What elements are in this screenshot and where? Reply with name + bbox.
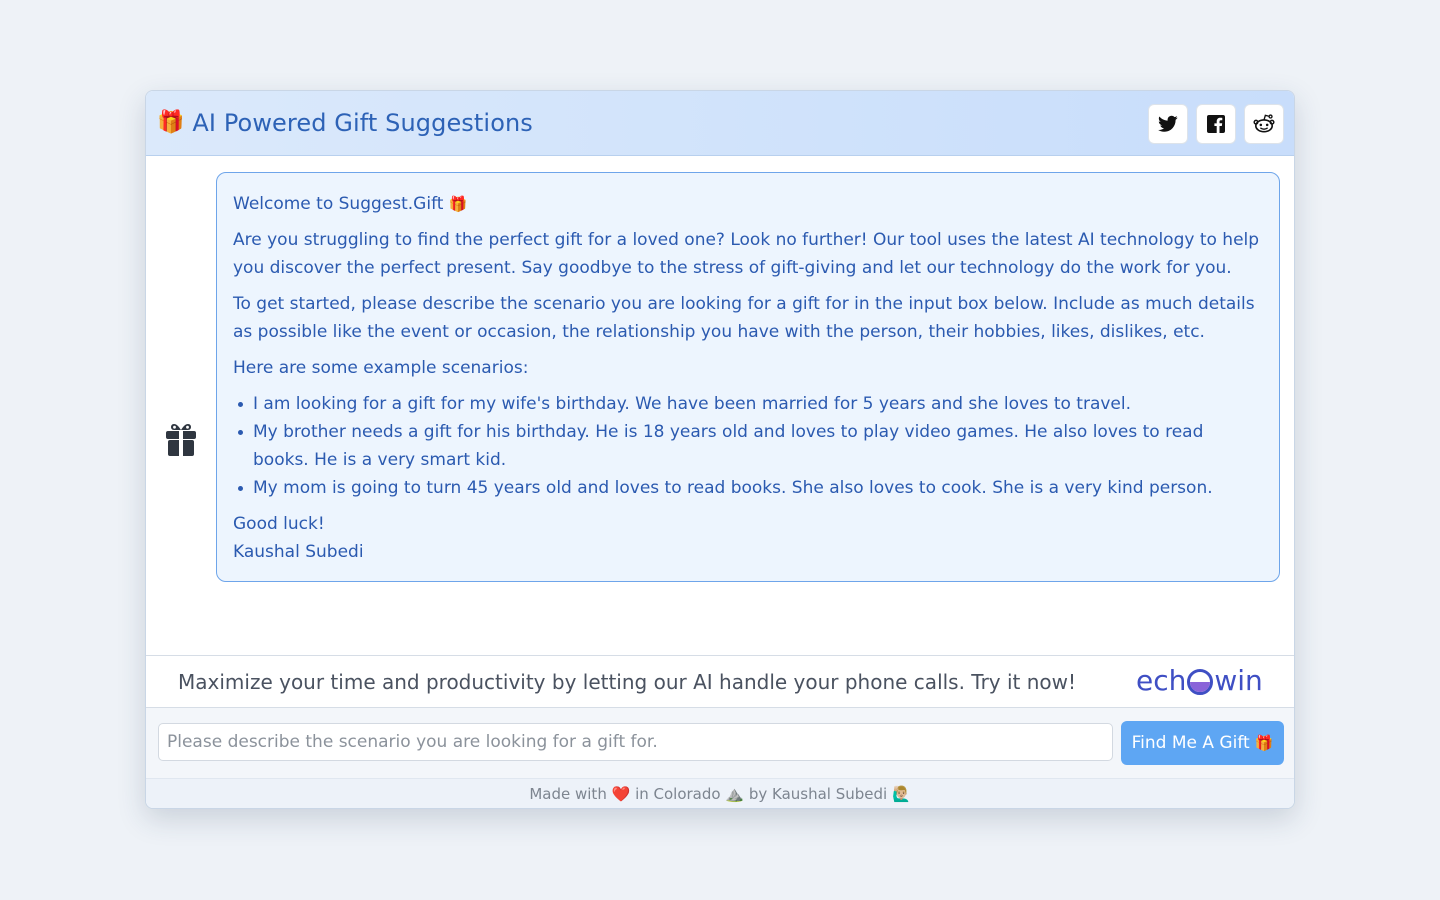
- facebook-icon: [1207, 115, 1225, 133]
- mountain-icon: ⛰️: [725, 785, 745, 803]
- list-item: I am looking for a gift for my wife's bi…: [233, 390, 1263, 418]
- title-text: AI Powered Gift Suggestions: [192, 109, 533, 137]
- welcome-message: Welcome to Suggest.Gift 🎁 Are you strugg…: [216, 172, 1280, 582]
- facebook-share-button[interactable]: [1196, 104, 1236, 144]
- reddit-share-button[interactable]: [1244, 104, 1284, 144]
- twitter-share-button[interactable]: [1148, 104, 1188, 144]
- find-gift-button[interactable]: Find Me A Gift 🎁: [1121, 721, 1284, 765]
- footer-made-with: Made with: [529, 785, 607, 803]
- logo-o-icon: [1187, 669, 1214, 695]
- person-icon: 🙋🏼‍♂️: [891, 785, 911, 803]
- input-row: Find Me A Gift 🎁: [146, 708, 1294, 778]
- gift-icon: [166, 424, 196, 456]
- signature-block: Good luck! Kaushal Subedi: [233, 510, 1263, 566]
- footer: Made with ❤️ in Colorado ⛰️ by Kaushal S…: [146, 778, 1294, 808]
- page-title: 🎁 AI Powered Gift Suggestions: [157, 107, 533, 139]
- list-item: My mom is going to turn 45 years old and…: [233, 474, 1263, 502]
- signature-text: Kaushal Subedi: [233, 542, 364, 562]
- instructions-paragraph: To get started, please describe the scen…: [233, 294, 1255, 342]
- intro-paragraph: Are you struggling to find the perfect g…: [233, 230, 1260, 278]
- gift-emoji-icon: 🎁: [157, 110, 185, 135]
- closing-text: Good luck!: [233, 514, 325, 534]
- header: 🎁 AI Powered Gift Suggestions: [146, 91, 1294, 156]
- logo-text-right: win: [1214, 664, 1263, 697]
- list-item: My brother needs a gift for his birthday…: [233, 418, 1263, 474]
- scenario-input[interactable]: [158, 723, 1113, 761]
- find-gift-label: Find Me A Gift: [1131, 733, 1250, 753]
- welcome-heading: Welcome to Suggest.Gift 🎁: [233, 190, 1263, 218]
- promo-text[interactable]: Maximize your time and productivity by l…: [178, 668, 1076, 696]
- reddit-icon: [1253, 114, 1275, 133]
- echowin-logo[interactable]: ech win: [1136, 665, 1263, 697]
- gift-emoji-icon: 🎁: [448, 195, 468, 213]
- examples-list: I am looking for a gift for my wife's bi…: [233, 390, 1263, 502]
- examples-heading: Here are some example scenarios:: [233, 358, 529, 378]
- gift-emoji-icon: 🎁: [1254, 734, 1274, 752]
- welcome-text: Welcome to Suggest.Gift: [233, 194, 444, 214]
- chat-area: Welcome to Suggest.Gift 🎁 Are you strugg…: [146, 156, 1294, 655]
- footer-location: in Colorado: [635, 785, 721, 803]
- heart-icon: ❤️: [611, 785, 631, 803]
- app-card: 🎁 AI Powered Gift Suggestions Welcome to…: [145, 90, 1295, 809]
- promo-banner[interactable]: Maximize your time and productivity by l…: [146, 655, 1294, 708]
- footer-author: by Kaushal Subedi: [748, 785, 888, 803]
- logo-text-left: ech: [1136, 664, 1187, 697]
- twitter-icon: [1158, 115, 1178, 132]
